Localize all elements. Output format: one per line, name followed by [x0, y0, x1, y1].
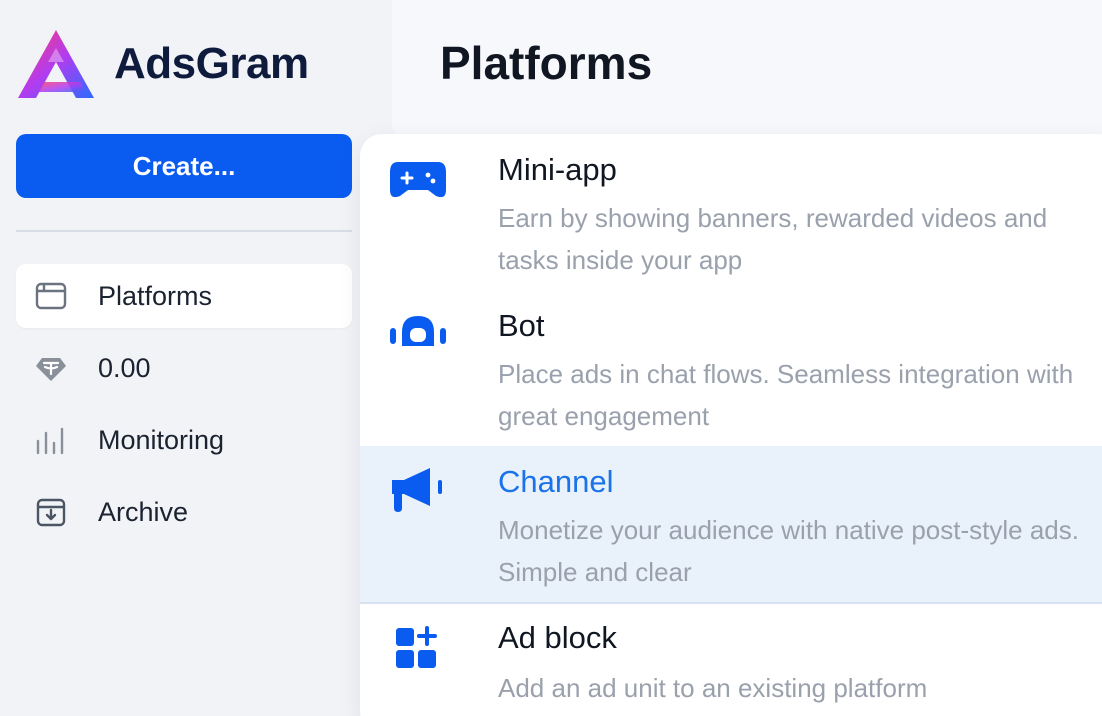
- robot-icon: [388, 308, 448, 358]
- menu-item-mini-app[interactable]: Mini-app Earn by showing banners, reward…: [360, 134, 1102, 290]
- menu-item-description: Place ads in chat flows. Seamless integr…: [498, 359, 1074, 431]
- browser-window-icon: [34, 279, 68, 313]
- brand-logo[interactable]: AdsGram: [14, 26, 309, 102]
- sidebar-item-balance[interactable]: 0.00: [16, 336, 352, 400]
- sidebar-item-monitoring[interactable]: Monitoring: [16, 408, 352, 472]
- brand-name: AdsGram: [114, 39, 309, 88]
- menu-item-title: Ad block: [498, 620, 617, 655]
- archive-box-icon: [34, 495, 68, 529]
- sidebar-item-label: Platforms: [98, 280, 213, 311]
- page-title: Platforms: [440, 37, 653, 89]
- sidebar-item-label: Archive: [98, 496, 189, 527]
- bar-chart-icon: [34, 423, 68, 457]
- sidebar: AdsGram Create... Platforms 0.00 Monitor…: [0, 0, 372, 716]
- menu-item-channel[interactable]: Channel Monetize your audience with nati…: [360, 446, 1102, 604]
- gamepad-icon: [388, 154, 448, 204]
- create-button[interactable]: Create...: [16, 134, 352, 198]
- menu-item-description: Add an ad unit to an existing platform: [498, 673, 928, 703]
- balance-value: 0.00: [98, 352, 151, 383]
- menu-item-description: Earn by showing banners, rewarded videos…: [498, 203, 1048, 275]
- megaphone-icon: [388, 464, 448, 514]
- sidebar-divider: [16, 230, 352, 232]
- sidebar-item-platforms[interactable]: Platforms: [16, 264, 352, 328]
- menu-item-ad-block[interactable]: Ad block Add an ad unit to an existing p…: [360, 604, 1102, 716]
- tether-coin-icon: [34, 351, 68, 385]
- main-header: Platforms: [392, 0, 1102, 140]
- sidebar-item-label: Monitoring: [98, 424, 225, 455]
- create-dropdown-menu: Mini-app Earn by showing banners, reward…: [360, 134, 1102, 716]
- adsgram-logo-icon: [18, 30, 94, 98]
- menu-item-title: Bot: [498, 308, 545, 343]
- sidebar-item-archive[interactable]: Archive: [16, 480, 352, 544]
- sidebar-nav: Platforms 0.00 Monitoring Archive: [16, 264, 352, 552]
- app-root: AdsGram Create... Platforms 0.00 Monitor…: [0, 0, 1102, 716]
- menu-item-title: Channel: [498, 464, 614, 499]
- menu-item-bot[interactable]: Bot Place ads in chat flows. Seamless in…: [360, 290, 1102, 446]
- menu-item-title: Mini-app: [498, 152, 617, 187]
- menu-item-description: Monetize your audience with native post-…: [498, 515, 1079, 587]
- widgets-add-icon: [388, 624, 448, 674]
